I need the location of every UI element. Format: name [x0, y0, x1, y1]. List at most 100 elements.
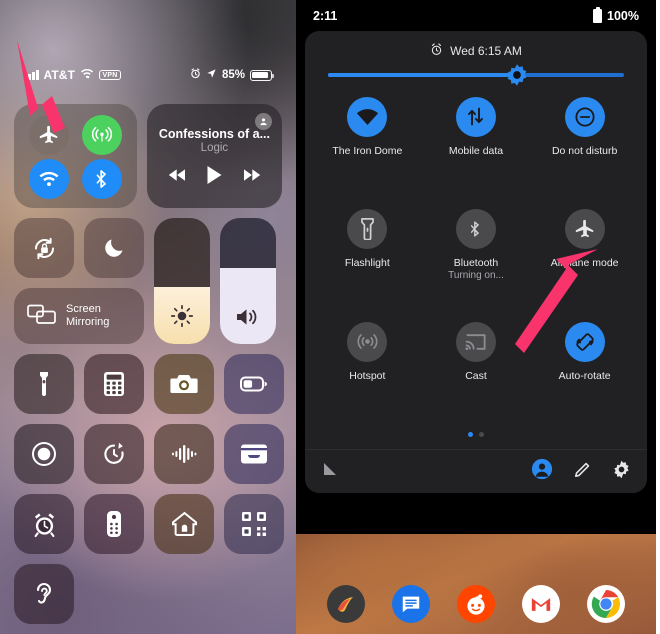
airplane-mode-icon: [564, 209, 605, 249]
tile-do-not-disturb[interactable]: Do not disturb: [530, 89, 639, 202]
hearing-tile[interactable]: [14, 564, 74, 624]
tile-auto-rotate[interactable]: Auto-rotate: [530, 314, 639, 427]
qr-code-tile[interactable]: [224, 494, 284, 554]
tile-hotspot[interactable]: Hotspot: [313, 314, 422, 427]
ios-top-row: Confessions of a... Logic: [14, 104, 282, 208]
tile-airplane-mode[interactable]: Airplane mode: [530, 201, 639, 314]
quick-settings-tiles: The Iron Dome Mobile data Do not disturb: [305, 81, 647, 427]
cellular-data-toggle[interactable]: [81, 115, 122, 155]
signal-triangle-icon[interactable]: [321, 462, 337, 481]
chrome-app-icon[interactable]: [586, 585, 625, 623]
tile-wifi[interactable]: The Iron Dome: [313, 89, 422, 202]
sound-recognition-tile[interactable]: [154, 424, 214, 484]
rotation-lock-toggle[interactable]: [14, 218, 74, 278]
camera-tile[interactable]: [154, 354, 214, 414]
brightness-slider[interactable]: [305, 59, 647, 86]
tile-label: Auto-rotate: [558, 369, 611, 382]
page-indicator[interactable]: [305, 426, 647, 449]
screen-mirroring-icon: [27, 303, 57, 329]
battery-icon: [250, 69, 275, 81]
brightness-icon[interactable]: [506, 63, 529, 86]
ios-shortcut-grid: [14, 354, 284, 624]
airplay-icon[interactable]: [255, 113, 272, 130]
brightness-icon: [154, 304, 210, 328]
volume-slider[interactable]: [220, 218, 276, 344]
battery-percent-label: 85%: [221, 69, 245, 81]
fast-forward-icon[interactable]: [240, 168, 262, 187]
edit-pencil-icon[interactable]: [573, 460, 592, 484]
home-tile[interactable]: [154, 494, 214, 554]
tile-cast[interactable]: Cast: [422, 314, 531, 427]
auto-rotate-icon: [564, 321, 605, 362]
tile-label: Mobile data: [448, 144, 504, 157]
tile-flashlight[interactable]: Flashlight: [313, 201, 422, 314]
screen-mirroring-label: Screen Mirroring: [66, 303, 110, 328]
hotspot-icon: [347, 321, 388, 362]
battery-icon: [593, 6, 603, 23]
android-status-bar: 2:11 100%: [296, 0, 656, 31]
wifi-icon: [80, 68, 94, 82]
track-artist: Logic: [200, 141, 229, 154]
messages-app-icon[interactable]: [392, 585, 431, 623]
location-arrow-icon: [206, 68, 217, 82]
brightness-slider[interactable]: [154, 218, 210, 344]
ios-control-center-panel: AT&T VPN 85% Confessions of a... Logic S…: [0, 0, 296, 634]
remote-tile[interactable]: [84, 494, 144, 554]
reddit-app-icon[interactable]: [456, 585, 495, 623]
mobile-data-icon: [455, 96, 496, 137]
alarm-clock-tile[interactable]: [14, 494, 74, 554]
ios-status-bar: AT&T VPN 85%: [0, 64, 296, 86]
gmail-app-icon[interactable]: [521, 585, 560, 623]
tile-mobile-data[interactable]: Mobile data: [422, 89, 531, 202]
bluetooth-toggle[interactable]: [81, 159, 122, 199]
ios-control-grid: Confessions of a... Logic Screen Mirrori…: [14, 104, 284, 624]
clock-label: 2:11: [313, 8, 338, 23]
comparison-screenshot: AT&T VPN 85% Confessions of a... Logic S…: [0, 0, 660, 634]
tile-label: Flashlight: [344, 257, 390, 269]
battery-percent-label: 100%: [607, 8, 639, 23]
low-power-mode-tile[interactable]: [224, 354, 284, 414]
page-dot-1[interactable]: [468, 432, 473, 437]
connectivity-module[interactable]: [14, 104, 137, 208]
do-not-disturb-toggle[interactable]: [84, 218, 144, 278]
user-avatar-icon[interactable]: [531, 458, 553, 485]
android-quick-settings-panel: 2:11 100% Wed 6:15 AM The Iron Dome Mobi…: [296, 0, 656, 634]
quick-settings-sheet: Wed 6:15 AM The Iron Dome Mobile data Do…: [305, 31, 647, 493]
volume-icon: [220, 306, 276, 328]
wifi-toggle[interactable]: [29, 159, 70, 199]
screen-mirroring-toggle[interactable]: Screen Mirroring: [14, 288, 144, 344]
tile-sublabel: Turning on...: [448, 270, 504, 282]
wifi-icon: [347, 96, 388, 137]
alarm-label: Wed 6:15 AM: [450, 44, 522, 58]
play-icon[interactable]: [206, 165, 223, 190]
timer-tile[interactable]: [84, 424, 144, 484]
gallery-app-icon[interactable]: [327, 585, 366, 623]
tile-bluetooth[interactable]: Bluetooth Turning on...: [422, 201, 531, 314]
alarm-icon: [430, 43, 443, 59]
bluetooth-icon: [455, 209, 496, 249]
track-title: Confessions of a...: [158, 126, 270, 141]
calculator-tile[interactable]: [84, 354, 144, 414]
carrier-label: AT&T: [43, 68, 76, 82]
screen-record-tile[interactable]: [14, 424, 74, 484]
tile-label: Do not disturb: [551, 144, 618, 157]
page-dot-2[interactable]: [479, 432, 484, 437]
flashlight-tile[interactable]: [14, 354, 74, 414]
wallet-tile[interactable]: [224, 424, 284, 484]
tile-label: The Iron Dome: [332, 144, 403, 157]
now-playing-card[interactable]: Confessions of a... Logic: [146, 104, 282, 208]
alarm-icon: [190, 68, 201, 82]
signal-bars-icon: [24, 70, 39, 80]
ios-second-row: Screen Mirroring: [14, 218, 282, 344]
rewind-icon[interactable]: [167, 168, 189, 187]
next-alarm[interactable]: Wed 6:15 AM: [305, 31, 647, 59]
cast-icon: [455, 321, 496, 362]
tile-label: Cast: [465, 369, 487, 382]
tile-label: Hotspot: [349, 369, 386, 382]
airplane-mode-toggle[interactable]: [29, 115, 70, 155]
gear-icon[interactable]: [612, 460, 631, 484]
do-not-disturb-icon: [564, 96, 605, 137]
tile-label: Bluetooth: [453, 257, 499, 269]
tile-label: Airplane mode: [550, 257, 619, 269]
quick-settings-footer: [305, 449, 647, 493]
